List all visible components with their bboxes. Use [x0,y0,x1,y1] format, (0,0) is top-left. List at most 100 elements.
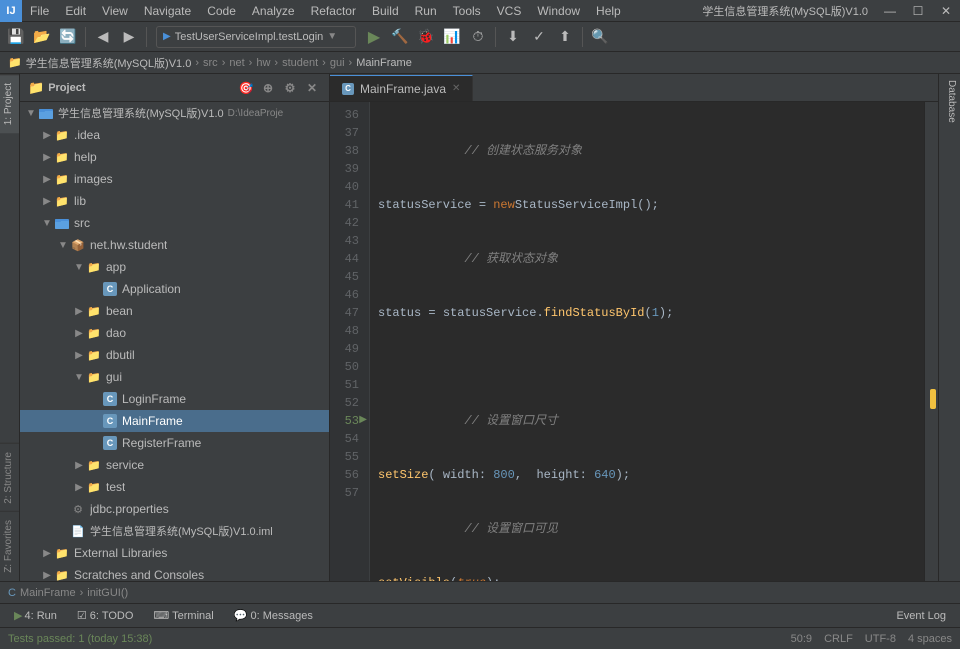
editor-scrollbar[interactable] [924,102,938,581]
breadcrumb-student[interactable]: student [282,57,318,69]
breadcrumb-mainframe[interactable]: MainFrame [356,57,412,69]
side-label-favorites[interactable]: Z: Favorites [0,511,19,581]
tree-item-gui[interactable]: ▼ 📁 gui [20,366,329,388]
search-everywhere-button[interactable]: 🔍 [588,25,612,49]
run-button[interactable]: ▶ [362,25,386,49]
tree-gui-label: gui [106,370,122,384]
project-panel-header: 📁 Project 🎯 ⊕ ⚙ ✕ [20,74,329,102]
menu-view[interactable]: View [94,0,136,22]
tree-help-label: help [74,150,97,164]
messages-tab[interactable]: 💬 0: Messages [228,607,319,625]
status-encoding[interactable]: UTF-8 [865,633,896,645]
tree-item-lib[interactable]: ▶ 📁 lib [20,190,329,212]
tree-item-app[interactable]: ▼ 📁 app [20,256,329,278]
props-icon: ⚙ [70,501,86,517]
breadcrumb-net[interactable]: net [229,57,244,69]
separator2 [146,27,147,47]
tree-scratches-label: Scratches and Consoles [74,568,204,581]
breadcrumb-hw[interactable]: hw [256,57,270,69]
todo-tab[interactable]: ☑ 6: TODO [71,607,140,625]
tree-item-root[interactable]: ▼ 学生信息管理系统(MySQL版)V1.0 D:\IdeaProje [20,102,329,124]
menu-navigate[interactable]: Navigate [136,0,199,22]
tree-item-src[interactable]: ▼ src [20,212,329,234]
open-button[interactable]: 📂 [30,25,54,49]
breadcrumb-project[interactable]: 学生信息管理系统(MySQL版)V1.0 [26,55,192,71]
status-bar: Tests passed: 1 (today 15:38) 50:9 CRLF … [0,627,960,649]
tree-item-help[interactable]: ▶ 📁 help [20,146,329,168]
code-line-40 [378,358,916,376]
back-button[interactable]: ◀ [91,25,115,49]
status-position[interactable]: 50:9 [791,633,812,645]
status-crlf[interactable]: CRLF [824,633,853,645]
line-42: 42 [330,214,365,232]
forward-button[interactable]: ▶ [117,25,141,49]
code-editor[interactable]: // 创建状态服务对象 statusService = new StatusSe… [370,102,924,581]
side-label-project[interactable]: 1: Project [0,74,19,133]
maximize-button[interactable]: ☐ [904,0,932,22]
right-label-database[interactable]: Database [939,74,960,129]
build-button[interactable]: 🔨 [388,25,412,49]
sync-button[interactable]: 🔄 [56,25,80,49]
tree-item-test[interactable]: ▶ 📁 test [20,476,329,498]
nav-method[interactable]: initGUI() [87,587,128,599]
tree-item-jdbc[interactable]: ▶ ⚙ jdbc.properties [20,498,329,520]
terminal-tab[interactable]: ⌨ Terminal [147,607,219,625]
line-39: 39 [330,160,365,178]
line-57: 57 [330,484,365,502]
menu-tools[interactable]: Tools [445,0,489,22]
tree-root-label: 学生信息管理系统(MySQL版)V1.0 [58,105,224,121]
menu-edit[interactable]: Edit [57,0,94,22]
project-locate-button[interactable]: 🎯 [237,79,255,97]
vcs-push-button[interactable]: ⬆ [553,25,577,49]
tree-item-dbutil[interactable]: ▶ 📁 dbutil [20,344,329,366]
run-tab[interactable]: ▶ 4: Run [8,607,63,625]
event-log-button[interactable]: Event Log [890,607,952,625]
tree-item-images[interactable]: ▶ 📁 images [20,168,329,190]
tree-item-scratches[interactable]: ▶ 📁 Scratches and Consoles [20,564,329,581]
tree-service-label: service [106,458,144,472]
run-config-selector[interactable]: ▶ TestUserServiceImpl.testLogin ▼ [156,26,356,48]
line-43: 43 [330,232,365,250]
status-indent[interactable]: 4 spaces [908,633,952,645]
tree-item-mainframe[interactable]: ▶ C MainFrame [20,410,329,432]
debug-button[interactable]: 🐞 [414,25,438,49]
tree-item-dao[interactable]: ▶ 📁 dao [20,322,329,344]
tree-item-loginframe[interactable]: ▶ C LoginFrame [20,388,329,410]
tree-item-bean[interactable]: ▶ 📁 bean [20,300,329,322]
menu-vcs[interactable]: VCS [489,0,530,22]
menu-build[interactable]: Build [364,0,407,22]
menu-file[interactable]: File [22,0,57,22]
tree-item-service[interactable]: ▶ 📁 service [20,454,329,476]
tree-item-ext-libs[interactable]: ▶ 📁 External Libraries [20,542,329,564]
coverage-button[interactable]: 📊 [440,25,464,49]
menu-refactor[interactable]: Refactor [303,0,364,22]
breadcrumb-root[interactable]: 📁 [8,56,22,69]
project-close-button[interactable]: ✕ [303,79,321,97]
tree-item-package[interactable]: ▼ 📦 net.hw.student [20,234,329,256]
breadcrumb-src[interactable]: src [203,57,218,69]
menu-window[interactable]: Window [529,0,588,22]
line-55: 55 [330,448,365,466]
tree-item-application[interactable]: ▶ C Application [20,278,329,300]
side-label-structure[interactable]: 2: Structure [0,443,19,512]
vcs-update-button[interactable]: ⬇ [501,25,525,49]
project-expand-button[interactable]: ⊕ [259,79,277,97]
menu-code[interactable]: Code [199,0,244,22]
tree-item-registerframe[interactable]: ▶ C RegisterFrame [20,432,329,454]
menu-help[interactable]: Help [588,0,629,22]
save-button[interactable]: 💾 [4,25,28,49]
nav-mainframe[interactable]: MainFrame [20,587,76,599]
minimize-button[interactable]: — [876,0,904,22]
menu-run[interactable]: Run [407,0,445,22]
tree-item-iml[interactable]: ▶ 📄 学生信息管理系统(MySQL版)V1.0.iml [20,520,329,542]
close-button[interactable]: ✕ [932,0,960,22]
tree-item-idea[interactable]: ▶ 📁 .idea [20,124,329,146]
profile-button[interactable]: ⏱ [466,25,490,49]
project-settings-button[interactable]: ⚙ [281,79,299,97]
breadcrumb-gui[interactable]: gui [330,57,345,69]
vcs-commit-button[interactable]: ✓ [527,25,551,49]
tab-close-button[interactable]: ✕ [452,83,460,94]
editor-tab-mainframe[interactable]: C MainFrame.java ✕ [330,75,473,101]
tree-root-path: D:\IdeaProje [228,108,284,119]
menu-analyze[interactable]: Analyze [244,0,303,22]
